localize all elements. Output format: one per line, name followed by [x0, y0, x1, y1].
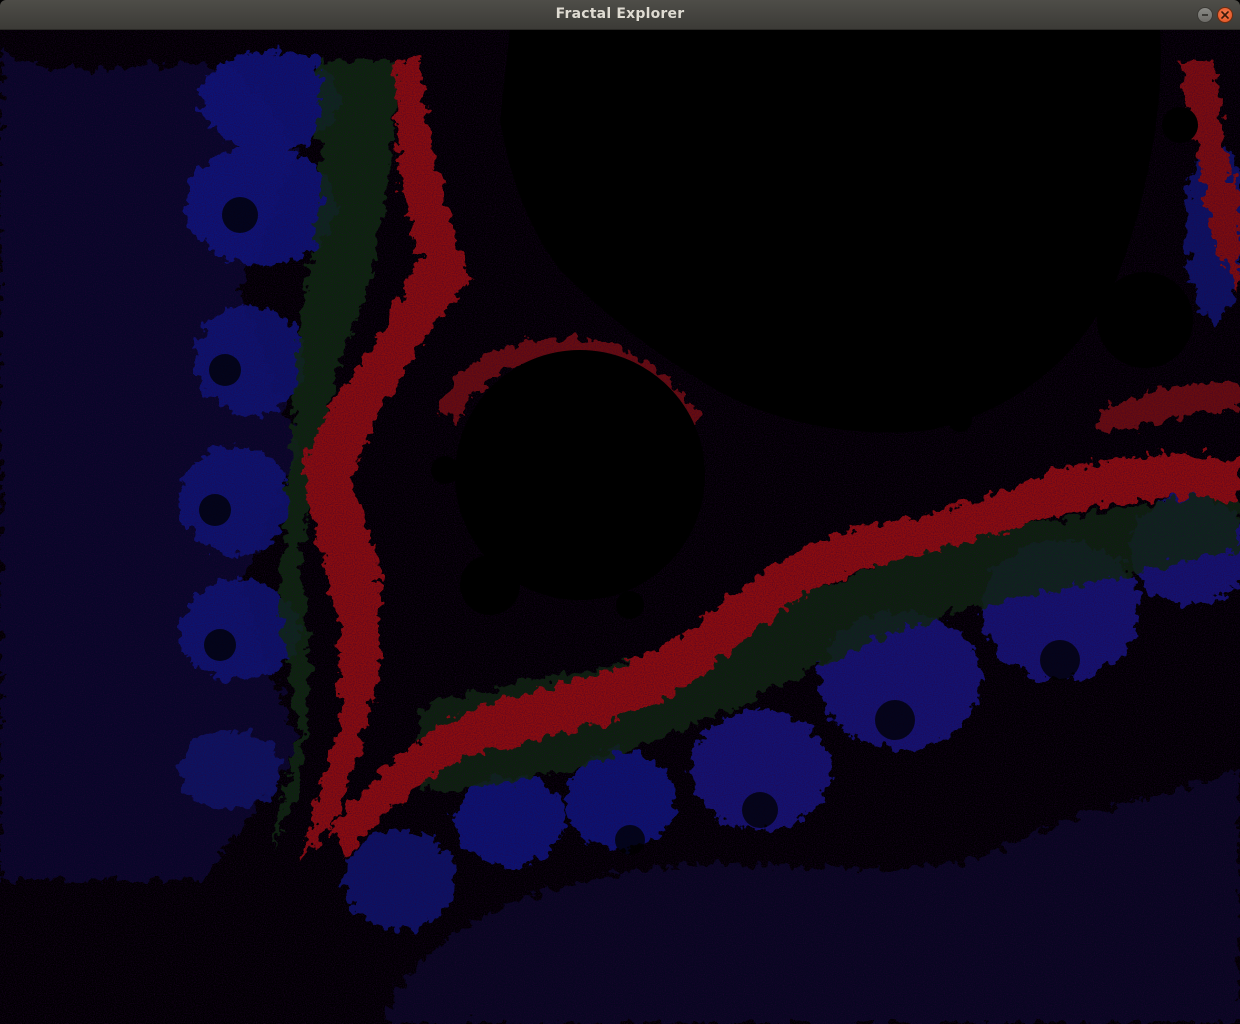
- title-bar[interactable]: Fractal Explorer: [0, 0, 1240, 30]
- fractal-canvas[interactable]: [0, 30, 1240, 1024]
- app-window: Fractal Explorer: [0, 0, 1240, 1024]
- close-button[interactable]: [1217, 7, 1233, 23]
- close-icon: [1221, 11, 1229, 19]
- window-title: Fractal Explorer: [555, 6, 685, 22]
- fractal-image: [0, 30, 1240, 1024]
- minimize-button[interactable]: [1197, 7, 1213, 23]
- minimize-icon: [1202, 14, 1208, 16]
